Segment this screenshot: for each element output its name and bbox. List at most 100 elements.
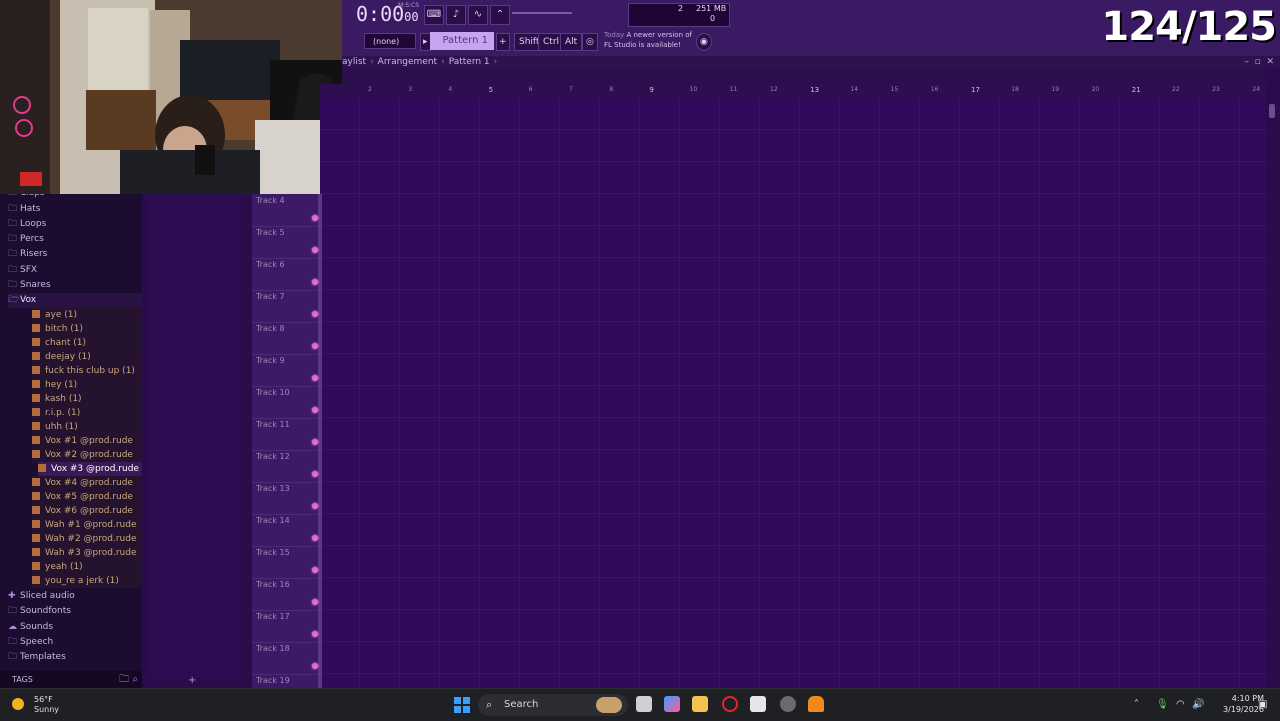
chevron-up-icon[interactable]: ˄	[1134, 699, 1139, 710]
track-header[interactable]: Track 15	[252, 546, 322, 579]
track-mute-led-icon[interactable]	[312, 439, 318, 445]
add-icon[interactable]: +	[188, 675, 196, 686]
task-view-icon[interactable]	[636, 696, 652, 712]
browser-folder-soundfonts[interactable]: 🗀 Soundfonts	[8, 604, 142, 619]
track-mute-led-icon[interactable]	[312, 375, 318, 381]
track-mute-led-icon[interactable]	[312, 407, 318, 413]
track-resize-handle[interactable]	[318, 610, 322, 642]
track-resize-handle[interactable]	[318, 418, 322, 450]
volume-icon[interactable]: 🔊	[1192, 699, 1204, 710]
browser-folder-percs[interactable]: 🗀 Percs	[8, 232, 142, 247]
track-header[interactable]: Track 10	[252, 386, 322, 419]
browser-file[interactable]: Wah #3 @prod.rude	[32, 546, 142, 560]
browser-file[interactable]: bitch (1)	[32, 322, 142, 336]
metronome-icon[interactable]: ⌃	[490, 5, 510, 25]
track-mute-led-icon[interactable]	[312, 567, 318, 573]
browser-folder-snares[interactable]: 🗀 Snares	[8, 278, 142, 293]
track-resize-handle[interactable]	[318, 514, 322, 546]
microphone-icon[interactable]: 🎙	[1156, 699, 1169, 710]
browser-file[interactable]: Wah #1 @prod.rude	[32, 518, 142, 532]
track-header[interactable]: Track 13	[252, 482, 322, 515]
master-pitch-slider[interactable]	[512, 12, 572, 14]
track-header[interactable]: Track 12	[252, 450, 322, 483]
minimize-icon[interactable]: –	[1244, 57, 1249, 67]
track-header[interactable]: Track 17	[252, 610, 322, 643]
track-mute-led-icon[interactable]	[312, 311, 318, 317]
track-mute-led-icon[interactable]	[312, 631, 318, 637]
track-header[interactable]: Track 18	[252, 642, 322, 675]
news-icon[interactable]: ◎	[582, 33, 598, 51]
typing-keyboard-icon[interactable]: ⌨	[424, 5, 444, 25]
store-icon[interactable]	[750, 696, 766, 712]
browser-file[interactable]: fuck this club up (1)	[32, 364, 142, 378]
track-resize-handle[interactable]	[318, 642, 322, 674]
opera-icon[interactable]	[722, 696, 738, 712]
track-mute-led-icon[interactable]	[312, 343, 318, 349]
vertical-scrollbar[interactable]	[1266, 98, 1280, 688]
browser-folder-hats[interactable]: 🗀 Hats	[8, 202, 142, 217]
browser-file[interactable]: uhh (1)	[32, 420, 142, 434]
track-header[interactable]: Track 6	[252, 258, 322, 291]
track-mute-led-icon[interactable]	[312, 215, 318, 221]
track-mute-led-icon[interactable]	[312, 663, 318, 669]
news-panel[interactable]: Today A newer version of FL Studio is av…	[604, 30, 692, 50]
track-mute-led-icon[interactable]	[312, 503, 318, 509]
track-mute-led-icon[interactable]	[312, 599, 318, 605]
wifi-icon[interactable]: ◠	[1176, 699, 1185, 710]
wait-for-input-icon[interactable]: ∿	[468, 5, 488, 25]
browser-file[interactable]: aye (1)	[32, 308, 142, 322]
track-header[interactable]: Track 5	[252, 226, 322, 259]
track-resize-handle[interactable]	[318, 546, 322, 578]
track-mute-led-icon[interactable]	[312, 247, 318, 253]
track-header[interactable]: Track 11	[252, 418, 322, 451]
browser-file[interactable]: Vox #6 @prod.rude	[32, 504, 142, 518]
snap-selector[interactable]: (none)	[364, 33, 416, 49]
track-resize-handle[interactable]	[318, 386, 322, 418]
fl-studio-icon[interactable]	[808, 696, 824, 712]
steam-icon[interactable]	[780, 696, 796, 712]
track-resize-handle[interactable]	[318, 482, 322, 514]
browser-file[interactable]: Vox #2 @prod.rude	[32, 448, 142, 462]
alt-button[interactable]: Alt	[560, 33, 583, 51]
step-edit-icon[interactable]: ♪	[446, 5, 466, 25]
folder-icon[interactable]: 🗀	[119, 674, 129, 685]
browser-file[interactable]: Wah #2 @prod.rude	[32, 532, 142, 546]
taskbar-search[interactable]: ⌕ Search	[478, 694, 628, 716]
browser-file[interactable]: hey (1)	[32, 378, 142, 392]
browser-folder-sounds[interactable]: ☁ Sounds	[8, 620, 142, 635]
scroll-thumb[interactable]	[1269, 104, 1275, 118]
browser-folder-vox[interactable]: 🗁Vox	[8, 293, 142, 308]
file-explorer-icon[interactable]	[692, 696, 708, 712]
track-header[interactable]: Track 16	[252, 578, 322, 611]
restore-icon[interactable]: ▫	[1255, 57, 1261, 67]
browser-folder-templates[interactable]: 🗀 Templates	[8, 650, 142, 665]
browser-folder-loops[interactable]: 🗀 Loops	[8, 217, 142, 232]
browser-file[interactable]: Vox #3 @prod.rude	[38, 462, 148, 476]
track-resize-handle[interactable]	[318, 226, 322, 258]
browser-folder-sfx[interactable]: 🗀 SFX	[8, 263, 142, 278]
add-pattern-icon[interactable]: +	[496, 33, 510, 51]
close-icon[interactable]: ✕	[1266, 57, 1274, 67]
track-header[interactable]: Track 8	[252, 322, 322, 355]
browser-file[interactable]: yeah (1)	[32, 560, 142, 574]
copilot-icon[interactable]	[664, 696, 680, 712]
track-resize-handle[interactable]	[318, 354, 322, 386]
playlist-grid[interactable]	[320, 98, 1266, 688]
pattern-selector[interactable]: Pattern 1	[430, 32, 494, 50]
track-header[interactable]: Track 4	[252, 194, 322, 227]
browser-file[interactable]: Vox #4 @prod.rude	[32, 476, 142, 490]
search-icon[interactable]: ⌕	[132, 674, 138, 685]
notification-icon[interactable]: ▣	[1258, 699, 1267, 710]
track-resize-handle[interactable]	[318, 194, 322, 226]
browser-file[interactable]: you_re a jerk (1)	[32, 574, 142, 588]
track-mute-led-icon[interactable]	[312, 535, 318, 541]
browser-file[interactable]: kash (1)	[32, 392, 142, 406]
timeline-ruler[interactable]: 2 3 4 5 6 7 8 9 10 11 12 13 14 15 16 17 18 19 20 21 22 23 24	[320, 84, 1266, 99]
browser-file[interactable]: chant (1)	[32, 336, 142, 350]
track-header[interactable]: Track 14	[252, 514, 322, 547]
windows-start-icon[interactable]	[454, 697, 470, 713]
browser-file[interactable]: r.i.p. (1)	[32, 406, 142, 420]
track-mute-led-icon[interactable]	[312, 471, 318, 477]
browser-folder-sliced-audio[interactable]: ✚ Sliced audio	[8, 589, 142, 604]
track-resize-handle[interactable]	[318, 290, 322, 322]
